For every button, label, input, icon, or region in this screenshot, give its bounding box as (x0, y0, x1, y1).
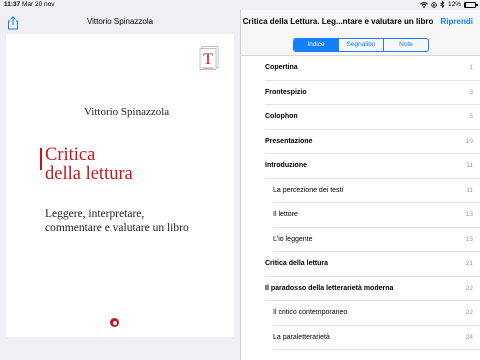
orientation-lock-icon (431, 1, 437, 8)
toc-item[interactable]: Il paradosso della letterarietà moderna 2… (265, 277, 480, 301)
toc-item-page: 15 (465, 235, 473, 243)
toc-item-label: La paraletterarietà (273, 333, 330, 341)
toc-item-label: Il lettore (273, 211, 298, 219)
battery-percent: 12% (447, 1, 461, 8)
toc-item-page: 5 (469, 113, 473, 121)
toc-item-label: Critica della lettura (265, 260, 329, 268)
cover-title-line1: Critica (45, 145, 96, 165)
toc-item[interactable]: Il lettore 13 (273, 203, 480, 228)
toc-item-page: 22 (465, 309, 473, 317)
cover-title: Critica della lettura (45, 146, 133, 184)
toc-segmented-control: Indice Segnalibri Note (293, 38, 429, 52)
status-right-group: 12% (420, 1, 478, 8)
toc-pane: Critica della Lettura. Leg...ntare e val… (240, 10, 480, 360)
tab-index[interactable]: Indice (294, 39, 339, 51)
resume-button[interactable]: Riprendi (441, 17, 473, 26)
toc-item-label: Copertina (265, 64, 298, 72)
toc-item-page: 13 (465, 211, 473, 219)
battery-fill (465, 2, 467, 7)
toc-item[interactable]: Copertina 1 (265, 56, 480, 81)
toc-list: Copertina 1 Frontespizio 3 Colophon 5 Presenta… (241, 56, 480, 360)
toc-item-page: 21 (465, 260, 473, 268)
toc-item[interactable]: Frontespizio 3 (265, 81, 480, 105)
toc-item-label: Presentazione (265, 137, 313, 145)
publisher-logo: T Traduzioni (199, 46, 219, 70)
tab-notes[interactable]: Note (384, 39, 428, 51)
status-date: Mar 20 nov (22, 1, 55, 8)
book-cover-page[interactable]: T Traduzioni Vittorio Spinazzola Critica… (6, 34, 234, 337)
book-author-header: Vittorio Spinazzola (86, 17, 154, 26)
toc-item[interactable]: Presentazione 10 (265, 130, 480, 154)
book-pane: Vittorio Spinazzola T Traduzioni Vittori… (0, 10, 240, 360)
toc-item-page: 22 (465, 284, 473, 292)
toc-item[interactable]: L'io leggente 15 (273, 228, 480, 252)
battery-icon (464, 1, 478, 8)
toc-item[interactable]: La percezione dei testi 11 (273, 179, 480, 203)
logo-letter: T (203, 51, 213, 68)
toc-item-page: 10 (465, 137, 473, 145)
toc-item-page: 3 (469, 88, 473, 96)
toc-item-label: Frontespizio (265, 88, 307, 96)
toc-item-page: 1 (469, 64, 473, 72)
status-bar: 11:37 Mar 20 nov 12% (0, 0, 480, 10)
toc-item[interactable]: Introduzione 11 (265, 154, 480, 179)
cover-subtitle-line1: Leggere, interpretare, (45, 208, 145, 220)
status-time: 11:37 (4, 1, 21, 8)
tab-bookmarks[interactable]: Segnalibri (339, 39, 384, 51)
toc-item-label: Introduzione (265, 162, 307, 170)
toc-item[interactable]: Critica della lettura 21 (265, 252, 480, 277)
toc-item-label: Il paradosso della letterarietà moderna (265, 284, 394, 292)
toc-item[interactable]: La paraletterarietà 24 (273, 326, 480, 350)
cover-author: Vittorio Spinazzola (84, 106, 170, 118)
bluetooth-icon (440, 1, 445, 8)
toc-item-page: 24 (465, 333, 473, 341)
toc-item-label: Colophon (265, 113, 298, 121)
cover-title-line2: della lettura (45, 164, 133, 184)
toc-item-page: 11 (466, 186, 473, 194)
toc-book-title: Critica della Lettura. Leg...ntare e val… (242, 17, 434, 26)
toc-item-label: Il critico contemporaneo (273, 309, 348, 317)
logo-caption: Traduzioni (202, 67, 214, 70)
cover-subtitle-line2: commentare e valutare un libro (45, 221, 189, 234)
toc-item-page: 11 (466, 162, 473, 170)
publisher-mark-icon (110, 318, 119, 327)
title-rule (40, 148, 42, 170)
toc-item-label: L'io leggente (273, 235, 313, 243)
wifi-icon (420, 1, 428, 8)
toc-item-label: La percezione dei testi (273, 186, 344, 194)
toc-item[interactable]: Colophon 5 (265, 105, 480, 130)
toc-header: Critica della Lettura. Leg...ntare e val… (241, 10, 480, 56)
cover-subtitle: Leggere, interpretare, commentare e valu… (45, 208, 189, 235)
toc-item[interactable]: Il critico contemporaneo 22 (273, 301, 480, 326)
